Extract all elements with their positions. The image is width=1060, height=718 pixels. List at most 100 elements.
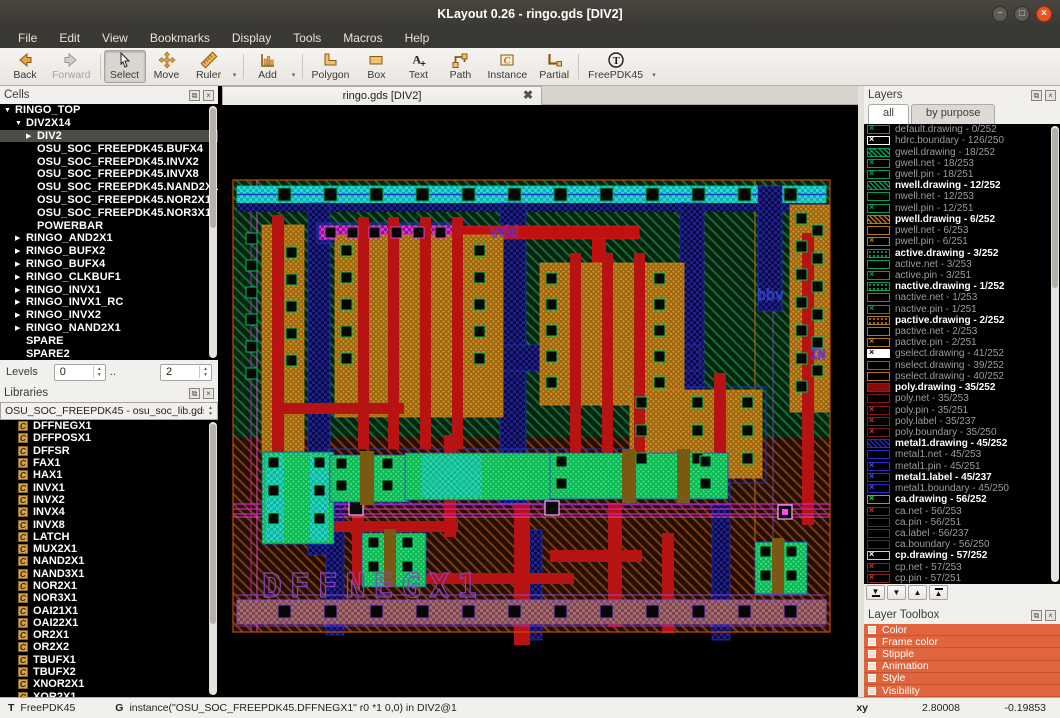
library-cell-item[interactable]: CTBUFX2	[0, 666, 218, 678]
expand-arrow-icon[interactable]: ▶	[26, 132, 37, 140]
menu-edit[interactable]: Edit	[49, 29, 90, 47]
expand-arrow-icon[interactable]: ▶	[15, 260, 26, 268]
layer-swatch[interactable]: ×	[867, 563, 890, 572]
layer-row[interactable]: ×gwell.drawing - 18/252	[864, 146, 1060, 157]
library-cell-item[interactable]: CNOR3X1	[0, 592, 218, 604]
cell-tree-item[interactable]: OSU_SOC_FREEPDK45.NOR2X1	[0, 194, 218, 207]
layer-row[interactable]: ×poly.label - 35/237	[864, 416, 1060, 427]
layer-swatch[interactable]	[867, 215, 890, 224]
layer-row[interactable]: ca.pin - 56/251	[864, 517, 1060, 528]
library-selector[interactable]: OSU_SOC_FREEPDK45 - osu_soc_lib.gds ▴▾	[0, 402, 218, 420]
path-button[interactable]: Path	[439, 50, 481, 83]
toolbox-section-style[interactable]: Style	[864, 673, 1060, 685]
partial-button[interactable]: Partial	[533, 50, 575, 83]
layer-row[interactable]: pwell.drawing - 6/252	[864, 214, 1060, 225]
layer-swatch[interactable]: ×	[867, 136, 890, 145]
layer-swatch[interactable]: ×	[867, 237, 890, 246]
expand-arrow-icon[interactable]: ▶	[15, 286, 26, 294]
section-checkbox[interactable]	[868, 674, 876, 682]
toolbox-section-color[interactable]: Color	[864, 624, 1060, 636]
layer-row[interactable]: poly.drawing - 35/252	[864, 382, 1060, 393]
layer-swatch[interactable]	[867, 293, 890, 302]
section-checkbox[interactable]	[868, 687, 876, 695]
cell-tree-item[interactable]: ▶DIV2	[0, 130, 218, 143]
move-layer-down-icon[interactable]: ▼	[887, 585, 906, 600]
cell-tree-item[interactable]: SPARE	[0, 334, 218, 347]
layer-swatch[interactable]: ×	[867, 495, 890, 504]
layer-row[interactable]: nactive.net - 1/253	[864, 292, 1060, 303]
toolbox-section-stipple[interactable]: Stipple	[864, 648, 1060, 660]
layer-swatch[interactable]: ×	[867, 271, 890, 280]
float-icon[interactable]: ⧉	[1031, 90, 1042, 101]
layers-scrollbar[interactable]	[1051, 126, 1059, 582]
layer-row[interactable]: ×nwell.pin - 12/251	[864, 203, 1060, 214]
cell-tree-item[interactable]: ▼DIV2X14	[0, 117, 218, 130]
layer-row[interactable]: ×metal1.boundary - 45/250	[864, 483, 1060, 494]
tab-close-icon[interactable]: ✖	[523, 88, 533, 102]
layer-row[interactable]: pactive.drawing - 2/252	[864, 315, 1060, 326]
layer-row[interactable]: ×poly.boundary - 35/250	[864, 427, 1060, 438]
cell-tree-item[interactable]: OSU_SOC_FREEPDK45.INVX8	[0, 168, 218, 181]
layers-tab-by-purpose[interactable]: by purpose	[911, 104, 995, 124]
text-button[interactable]: AText	[397, 50, 439, 83]
expand-arrow-icon[interactable]: ▶	[15, 234, 26, 242]
layer-row[interactable]: ×pwell.pin - 6/251	[864, 236, 1060, 247]
move-layer-up-icon[interactable]: ▲	[908, 585, 927, 600]
layer-swatch[interactable]	[867, 394, 890, 403]
layer-row[interactable]: nactive.drawing - 1/252	[864, 281, 1060, 292]
layer-row[interactable]: pwell.net - 6/253	[864, 225, 1060, 236]
layout-canvas[interactable]: vdd bbv IN DFFNEGX1	[222, 105, 858, 697]
layer-swatch[interactable]	[867, 383, 890, 392]
layer-row[interactable]: active.net - 3/253	[864, 259, 1060, 270]
close-icon[interactable]: ×	[203, 388, 214, 399]
layer-swatch[interactable]	[867, 439, 890, 448]
float-icon[interactable]: ⧉	[189, 388, 200, 399]
move-button[interactable]: Move	[146, 50, 188, 83]
layer-row[interactable]: poly.net - 35/253	[864, 393, 1060, 404]
library-cell-item[interactable]: COR2X2	[0, 641, 218, 653]
layer-row[interactable]: nwell.drawing - 12/252	[864, 180, 1060, 191]
layer-swatch[interactable]	[867, 226, 890, 235]
layer-row[interactable]: ×metal1.pin - 45/251	[864, 461, 1060, 472]
section-checkbox[interactable]	[868, 638, 876, 646]
library-cell-item[interactable]: CMUX2X1	[0, 543, 218, 555]
layer-swatch[interactable]	[867, 327, 890, 336]
cell-tree-item[interactable]: POWERBAR	[0, 219, 218, 232]
layer-row[interactable]: ×ca.net - 56/253	[864, 505, 1060, 516]
layout-tab[interactable]: ringo.gds [DIV2] ✖	[222, 86, 542, 105]
freepdk45-button[interactable]: TFreePDK45	[582, 50, 649, 83]
libraries-scrollbar[interactable]	[209, 422, 217, 695]
layer-swatch[interactable]: ×	[867, 473, 890, 482]
library-cell-item[interactable]: CINVX2	[0, 494, 218, 506]
move-layer-to-top-icon[interactable]: ▲	[929, 585, 948, 600]
layer-swatch[interactable]	[867, 192, 890, 201]
layer-row[interactable]: ×active.pin - 3/251	[864, 270, 1060, 281]
cell-tree-item[interactable]: ▶RINGO_CLKBUF1	[0, 270, 218, 283]
layer-row[interactable]: ×ca.drawing - 56/252	[864, 494, 1060, 505]
expand-arrow-icon[interactable]: ▶	[15, 247, 26, 255]
forward-button[interactable]: Forward	[46, 50, 97, 83]
ruler-button[interactable]: Ruler	[188, 50, 230, 83]
cell-tree-item[interactable]: OSU_SOC_FREEPDK45.NOR3X1	[0, 206, 218, 219]
polygon-button[interactable]: Polygon	[306, 50, 356, 83]
cell-tree-item[interactable]: ▶RINGO_INVX2	[0, 309, 218, 322]
layer-row[interactable]: metal1.drawing - 45/252	[864, 438, 1060, 449]
levels-to-spinbox[interactable]: 2 ▴▾	[160, 364, 212, 381]
add-button[interactable]: Add	[247, 50, 289, 83]
box-button[interactable]: Box	[355, 50, 397, 83]
layer-swatch[interactable]: ×	[867, 125, 890, 134]
layer-row[interactable]: ×hdrc.boundary - 126/250	[864, 135, 1060, 146]
collapse-arrow-icon[interactable]: ▼	[4, 107, 15, 114]
cell-tree-item[interactable]: OSU_SOC_FREEPDK45.BUFX4	[0, 142, 218, 155]
layer-swatch[interactable]	[867, 282, 890, 291]
layer-row[interactable]: nwell.net - 12/253	[864, 191, 1060, 202]
menu-tools[interactable]: Tools	[283, 29, 331, 47]
select-button[interactable]: Select	[104, 50, 146, 83]
layer-row[interactable]: ×cp.net - 57/253	[864, 562, 1060, 573]
expand-arrow-icon[interactable]: ▶	[15, 298, 26, 306]
close-icon[interactable]: ×	[1045, 610, 1056, 621]
library-cell-item[interactable]: CDFFNEGX1	[0, 420, 218, 432]
layer-row[interactable]: pselect.drawing - 40/252	[864, 371, 1060, 382]
layer-swatch[interactable]: ×	[867, 551, 890, 560]
back-button[interactable]: Back	[4, 50, 46, 83]
